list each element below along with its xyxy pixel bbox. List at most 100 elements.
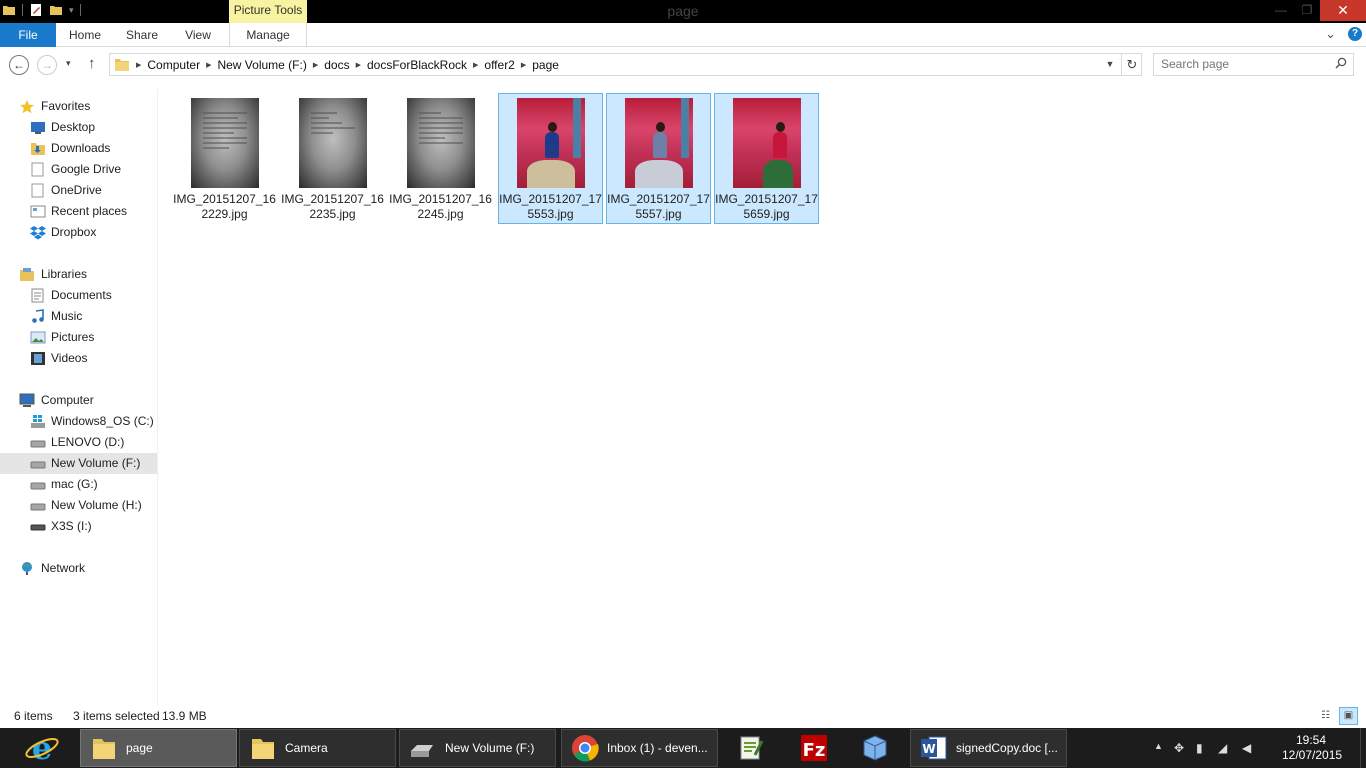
sidebar-item-new-volume-h[interactable]: New Volume (H:) bbox=[0, 495, 157, 516]
notepad-plus-plus-icon bbox=[740, 736, 764, 760]
sidebar-item-pictures[interactable]: Pictures bbox=[0, 327, 157, 348]
breadcrumb-docsforblackrock[interactable]: docsForBlackRock bbox=[361, 58, 473, 72]
show-desktop-button[interactable] bbox=[1360, 728, 1366, 768]
taskbar-pinned-notepad-plus-plus[interactable] bbox=[723, 729, 779, 767]
taskbar-button-page[interactable]: page bbox=[80, 729, 237, 767]
sidebar-item-onedrive[interactable]: OneDrive bbox=[0, 180, 157, 201]
details-view-icon[interactable]: ☷ bbox=[1316, 707, 1335, 725]
taskbar-button-new-volume-f[interactable]: New Volume (F:) bbox=[399, 729, 556, 767]
address-bar[interactable]: ▶ Computer ▶ New Volume (F:) ▶ docs ▶ do… bbox=[109, 53, 1142, 76]
file-item[interactable]: IMG_20151207_16 2235.jpg bbox=[280, 93, 385, 224]
breadcrumb: ▶ Computer ▶ New Volume (F:) ▶ docs ▶ do… bbox=[110, 54, 565, 75]
sidebar-item-downloads[interactable]: Downloads bbox=[0, 138, 157, 159]
sidebar-item-windows8-os-c[interactable]: Windows8_OS (C:) bbox=[0, 411, 157, 432]
up-button[interactable]: ↑ bbox=[88, 55, 96, 72]
back-button[interactable]: ← bbox=[9, 55, 29, 75]
ribbon-right-controls: ⌄ ? bbox=[1325, 27, 1362, 41]
photo-thumbnail bbox=[625, 98, 693, 188]
sidebar-item-recent-places[interactable]: Recent places bbox=[0, 201, 157, 222]
file-item[interactable]: IMG_20151207_16 2245.jpg bbox=[388, 93, 493, 224]
battery-icon[interactable]: ▮ bbox=[1196, 741, 1203, 755]
sidebar-item-mac-g[interactable]: mac (G:) bbox=[0, 474, 157, 495]
sidebar-group-favorites[interactable]: Favorites bbox=[0, 96, 157, 117]
clock[interactable]: 19:54 12/07/2015 bbox=[1282, 733, 1342, 763]
taskbar-pinned-virtualbox[interactable] bbox=[847, 729, 903, 767]
tab-view[interactable]: View bbox=[176, 23, 220, 47]
taskbar-button-label: signedCopy.doc [... bbox=[956, 741, 1058, 755]
selection-count: 3 items selected bbox=[73, 709, 160, 723]
sidebar-item-lenovo-d[interactable]: LENOVO (D:) bbox=[0, 432, 157, 453]
sidebar-item-videos[interactable]: Videos bbox=[0, 348, 157, 369]
file-item[interactable]: IMG_20151207_17 5557.jpg bbox=[606, 93, 711, 224]
sidebar-item-documents[interactable]: Documents bbox=[0, 285, 157, 306]
sidebar-group-label: Favorites bbox=[41, 99, 91, 113]
sidebar-group-libraries[interactable]: Libraries bbox=[0, 264, 157, 285]
breadcrumb-page[interactable]: page bbox=[526, 58, 565, 72]
taskbar-button-label: New Volume (F:) bbox=[445, 741, 535, 755]
minimize-button[interactable]: — bbox=[1268, 0, 1294, 21]
drive-icon bbox=[411, 745, 433, 757]
refresh-button[interactable]: ↻ bbox=[1121, 54, 1142, 75]
file-item[interactable]: IMG_20151207_17 5553.jpg bbox=[498, 93, 603, 224]
system-tray: ▲ ✥ ▮ ◢ ◀ 19:54 12/07/2015 bbox=[1146, 728, 1366, 768]
status-bar: 6 items 3 items selected 13.9 MB ☷ ▣ bbox=[0, 706, 1366, 727]
network-signal-icon[interactable]: ◢ bbox=[1218, 741, 1227, 755]
tab-file[interactable]: File bbox=[0, 23, 56, 47]
search-box[interactable] bbox=[1153, 53, 1354, 76]
taskbar-button-camera[interactable]: Camera bbox=[239, 729, 396, 767]
taskbar-button-chrome-inbox[interactable]: Inbox (1) - deven... bbox=[561, 729, 718, 767]
breadcrumb-docs[interactable]: docs bbox=[318, 58, 355, 72]
address-dropdown-icon[interactable]: ▼ bbox=[1100, 54, 1120, 75]
taskbar-pinned-filezilla[interactable]: Fz bbox=[786, 729, 842, 767]
sidebar-group-network[interactable]: Network bbox=[0, 558, 157, 579]
volume-icon[interactable]: ◀ bbox=[1242, 741, 1251, 755]
maximize-button[interactable]: ❐ bbox=[1294, 0, 1320, 21]
file-name: IMG_20151207_17 5659.jpg bbox=[715, 192, 818, 221]
windows-drive-icon bbox=[31, 415, 45, 428]
recent-places-icon bbox=[30, 205, 46, 218]
tab-share[interactable]: Share bbox=[120, 23, 164, 47]
tab-manage[interactable]: Manage bbox=[229, 23, 307, 47]
file-item[interactable]: IMG_20151207_16 2229.jpg bbox=[172, 93, 277, 224]
drive-icon bbox=[30, 503, 46, 511]
selection-size: 13.9 MB bbox=[162, 709, 207, 723]
file-item[interactable]: IMG_20151207_17 5659.jpg bbox=[714, 93, 819, 224]
help-icon[interactable]: ? bbox=[1348, 27, 1362, 41]
sidebar-group-computer[interactable]: Computer bbox=[0, 390, 157, 411]
close-button[interactable]: ✕ bbox=[1320, 0, 1366, 21]
recent-locations-chevron-icon[interactable]: ▾ bbox=[66, 58, 71, 69]
sidebar-item-new-volume-f[interactable]: New Volume (F:) bbox=[0, 453, 157, 474]
music-icon bbox=[32, 309, 44, 323]
sidebar-item-label: Pictures bbox=[51, 330, 95, 344]
breadcrumb-computer[interactable]: Computer bbox=[141, 58, 206, 72]
taskbar-button-word-signedcopy[interactable]: W signedCopy.doc [... bbox=[910, 729, 1067, 767]
sidebar-item-label: LENOVO (D:) bbox=[51, 435, 125, 449]
sidebar-group-label: Network bbox=[41, 561, 86, 575]
computer-icon bbox=[19, 393, 35, 407]
removable-drive-icon bbox=[30, 524, 46, 531]
dropbox-tray-icon[interactable]: ✥ bbox=[1174, 741, 1184, 755]
tab-home[interactable]: Home bbox=[62, 23, 108, 47]
sidebar-item-google-drive[interactable]: Google Drive bbox=[0, 159, 157, 180]
sidebar-item-music[interactable]: Music bbox=[0, 306, 157, 327]
expand-ribbon-chevron-icon[interactable]: ⌄ bbox=[1325, 27, 1336, 40]
onedrive-icon bbox=[31, 183, 44, 198]
search-input[interactable] bbox=[1161, 57, 1321, 71]
breadcrumb-new-volume-f[interactable]: New Volume (F:) bbox=[211, 58, 312, 72]
show-hidden-icons-chevron-icon[interactable]: ▲ bbox=[1154, 741, 1163, 751]
forward-button[interactable]: → bbox=[37, 55, 57, 75]
sidebar-item-dropbox[interactable]: Dropbox bbox=[0, 222, 157, 243]
navigation-pane: Favorites Desktop Downloads Google Drive… bbox=[0, 89, 158, 705]
internet-explorer-icon[interactable]: e bbox=[22, 729, 62, 767]
navigation-bar: ← → ▾ ↑ ▶ Computer ▶ New Volume (F:) ▶ d… bbox=[0, 48, 1366, 81]
sidebar-item-x3s-i[interactable]: X3S (I:) bbox=[0, 516, 157, 537]
large-icons-view-icon[interactable]: ▣ bbox=[1339, 707, 1358, 725]
breadcrumb-offer2[interactable]: offer2 bbox=[478, 58, 520, 72]
sidebar-item-label: Desktop bbox=[51, 120, 96, 134]
search-icon[interactable] bbox=[1335, 57, 1347, 69]
taskbar-button-label: Inbox (1) - deven... bbox=[607, 741, 708, 755]
chrome-icon bbox=[572, 735, 599, 762]
window-title: page bbox=[667, 3, 699, 19]
dropbox-icon bbox=[30, 226, 46, 240]
sidebar-item-desktop[interactable]: Desktop bbox=[0, 117, 157, 138]
